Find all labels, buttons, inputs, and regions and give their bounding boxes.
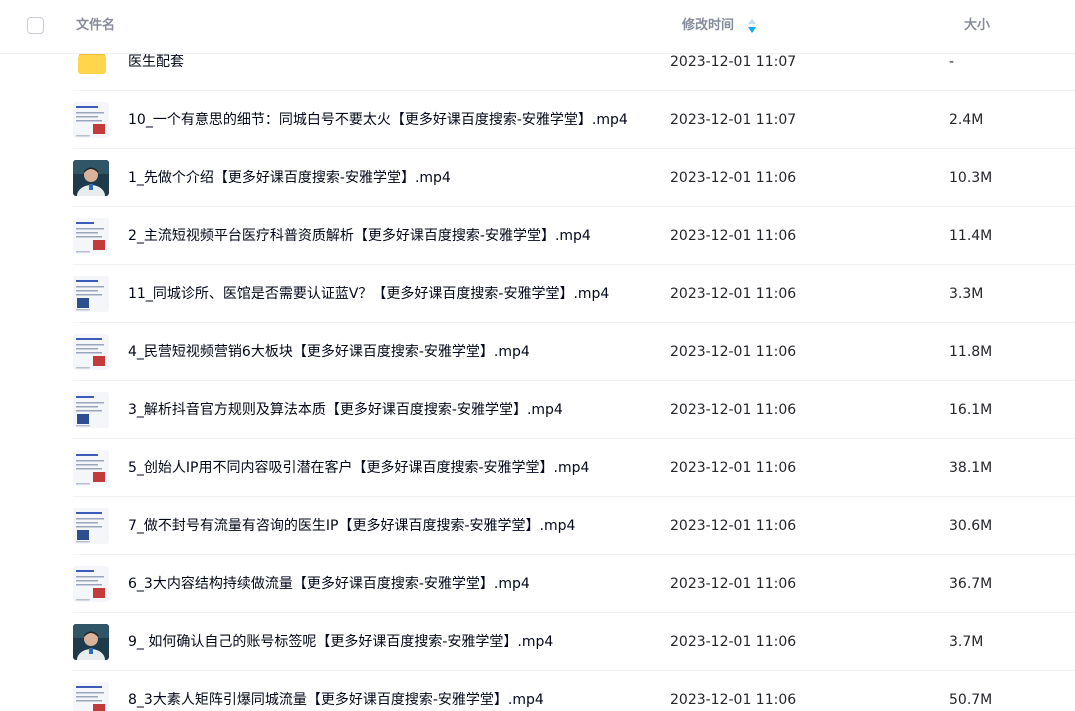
file-row[interactable]: 1_先做个介绍【更多好课百度搜索-安雅学堂】.mp4 2023-12-01 11:…	[0, 149, 1075, 207]
file-name[interactable]: 9_ 如何确认自己的账号标签呢【更多好课百度搜索-安雅学堂】.mp4	[128, 633, 553, 651]
file-size: 10.3M	[949, 170, 993, 186]
file-modified-time: 2023-12-01 11:06	[670, 170, 797, 186]
file-rows: 医生配套 2023-12-01 11:07 - 10_一个有意思的细节：同城白号不要太…	[0, 33, 1075, 711]
file-name[interactable]: 6_3大内容结构持续做流量【更多好课百度搜索-安雅学堂】.mp4	[128, 575, 530, 593]
select-all-checkbox[interactable]	[27, 17, 44, 34]
file-modified-time: 2023-12-01 11:06	[670, 228, 797, 244]
video-thumbnail-icon	[73, 450, 109, 486]
file-modified-time: 2023-12-01 11:07	[670, 54, 797, 70]
file-row[interactable]: 4_民营短视频营销6大板块【更多好课百度搜索-安雅学堂】.mp4 2023-12-…	[0, 323, 1075, 381]
video-thumbnail-icon	[73, 566, 109, 602]
file-row[interactable]: 9_ 如何确认自己的账号标签呢【更多好课百度搜索-安雅学堂】.mp4 2023-1…	[0, 613, 1075, 671]
file-size: 2.4M	[949, 112, 984, 128]
column-header-name[interactable]: 文件名	[76, 17, 115, 35]
file-size: 30.6M	[949, 518, 993, 534]
file-modified-time: 2023-12-01 11:06	[670, 460, 797, 476]
file-row[interactable]: 8_3大素人矩阵引爆同城流量【更多好课百度搜索-安雅学堂】.mp4 2023-12…	[0, 671, 1075, 711]
file-modified-time: 2023-12-01 11:06	[670, 576, 797, 592]
video-thumbnail-icon	[73, 102, 109, 138]
file-list: 医生配套 2023-12-01 11:07 - 10_一个有意思的细节：同城白号不要太…	[0, 0, 1075, 711]
file-modified-time: 2023-12-01 11:06	[670, 286, 797, 302]
file-modified-time: 2023-12-01 11:06	[670, 402, 797, 418]
file-row[interactable]: 7_做不封号有流量有咨询的医生IP【更多好课百度搜索-安雅学堂】.mp4 2023…	[0, 497, 1075, 555]
file-name[interactable]: 10_一个有意思的细节：同城白号不要太火【更多好课百度搜索-安雅学堂】.mp4	[128, 111, 628, 129]
file-modified-time: 2023-12-01 11:07	[670, 112, 797, 128]
video-thumbnail-icon	[73, 508, 109, 544]
file-name[interactable]: 1_先做个介绍【更多好课百度搜索-安雅学堂】.mp4	[128, 169, 451, 187]
file-size: 38.1M	[949, 460, 993, 476]
video-thumbnail-icon	[73, 682, 109, 711]
file-size: 50.7M	[949, 692, 993, 708]
file-list-header: 文件名 修改时间 大小	[0, 0, 1075, 54]
video-thumbnail-icon	[73, 160, 109, 196]
file-size: -	[949, 54, 955, 70]
file-size: 3.3M	[949, 286, 984, 302]
file-size: 11.4M	[949, 228, 993, 244]
column-header-time[interactable]: 修改时间	[682, 17, 734, 35]
file-name[interactable]: 医生配套	[128, 53, 184, 71]
file-name[interactable]: 2_主流短视频平台医疗科普资质解析【更多好课百度搜索-安雅学堂】.mp4	[128, 227, 591, 245]
video-thumbnail-icon	[73, 624, 109, 660]
file-size: 16.1M	[949, 402, 993, 418]
file-row[interactable]: 11_同城诊所、医馆是否需要认证蓝V？【更多好课百度搜索-安雅学堂】.mp4 20…	[0, 265, 1075, 323]
file-name[interactable]: 5_创始人IP用不同内容吸引潜在客户【更多好课百度搜索-安雅学堂】.mp4	[128, 459, 589, 477]
file-name[interactable]: 7_做不封号有流量有咨询的医生IP【更多好课百度搜索-安雅学堂】.mp4	[128, 517, 575, 535]
file-modified-time: 2023-12-01 11:06	[670, 692, 797, 708]
video-thumbnail-icon	[73, 334, 109, 370]
file-size: 3.7M	[949, 634, 984, 650]
video-thumbnail-icon	[73, 276, 109, 312]
file-name[interactable]: 8_3大素人矩阵引爆同城流量【更多好课百度搜索-安雅学堂】.mp4	[128, 691, 544, 709]
sort-descending-icon[interactable]	[746, 18, 758, 34]
file-row[interactable]: 5_创始人IP用不同内容吸引潜在客户【更多好课百度搜索-安雅学堂】.mp4 202…	[0, 439, 1075, 497]
file-modified-time: 2023-12-01 11:06	[670, 634, 797, 650]
file-row[interactable]: 10_一个有意思的细节：同城白号不要太火【更多好课百度搜索-安雅学堂】.mp4 2…	[0, 91, 1075, 149]
file-modified-time: 2023-12-01 11:06	[670, 344, 797, 360]
file-row[interactable]: 6_3大内容结构持续做流量【更多好课百度搜索-安雅学堂】.mp4 2023-12-…	[0, 555, 1075, 613]
file-name[interactable]: 11_同城诊所、医馆是否需要认证蓝V？【更多好课百度搜索-安雅学堂】.mp4	[128, 285, 609, 303]
column-header-size[interactable]: 大小	[964, 17, 990, 35]
file-size: 11.8M	[949, 344, 993, 360]
file-size: 36.7M	[949, 576, 993, 592]
file-row[interactable]: 2_主流短视频平台医疗科普资质解析【更多好课百度搜索-安雅学堂】.mp4 2023…	[0, 207, 1075, 265]
video-thumbnail-icon	[73, 392, 109, 428]
file-name[interactable]: 4_民营短视频营销6大板块【更多好课百度搜索-安雅学堂】.mp4	[128, 343, 530, 361]
video-thumbnail-icon	[73, 218, 109, 254]
file-name[interactable]: 3_解析抖音官方规则及算法本质【更多好课百度搜索-安雅学堂】.mp4	[128, 401, 563, 419]
file-modified-time: 2023-12-01 11:06	[670, 518, 797, 534]
file-row[interactable]: 3_解析抖音官方规则及算法本质【更多好课百度搜索-安雅学堂】.mp4 2023-1…	[0, 381, 1075, 439]
